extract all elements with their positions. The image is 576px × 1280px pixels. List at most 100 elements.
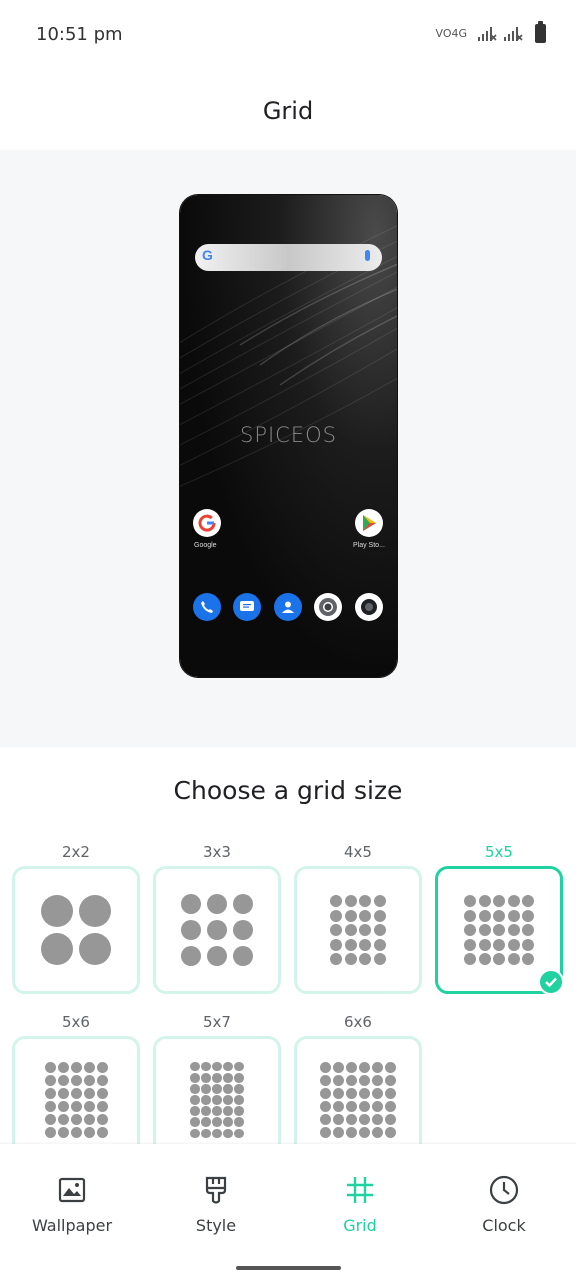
grid-dot [359,924,372,936]
grid-dots [190,1061,244,1139]
phone-icon[interactable] [193,593,221,621]
grid-dot [359,1062,370,1073]
google-app-icon[interactable] [193,509,221,537]
grid-dot [201,1106,211,1116]
grid-dot [346,1114,357,1125]
grid-dot [464,924,476,936]
grid-dot [223,1117,233,1127]
grid-option-3x3[interactable]: 3x3 [153,842,281,994]
grid-dot [212,1117,222,1127]
grid-dot [57,1127,69,1138]
grid-dot [57,1101,69,1112]
app-label-play-store: Play Sto... [353,542,385,549]
grid-dot [181,894,201,914]
grid-dot [234,1084,244,1094]
grid-dot [493,909,505,922]
nav-item-style[interactable]: Style [144,1174,288,1235]
grid-dot [333,1127,344,1138]
grid-option-5x5[interactable]: 5x5 [435,842,564,995]
google-g-icon: G [202,247,213,263]
grid-dot [493,924,505,936]
grid-dot [522,953,534,965]
grid-dot [320,1088,331,1099]
grid-option-label: 6x6 [344,1013,372,1031]
grid-option-card[interactable] [294,866,422,994]
messages-icon[interactable] [233,593,261,621]
grid-dot [96,1127,108,1138]
grid-dot [507,909,520,922]
grid-dot [333,1075,344,1086]
grid-dot [333,1062,344,1073]
grid-dot [212,1073,222,1083]
grid-dots [181,894,253,966]
grid-option-6x6[interactable]: 6x6 [294,1012,422,1164]
grid-dot [522,895,534,907]
grid-option-label: 2x2 [62,843,90,861]
grid-option-2x2[interactable]: 2x2 [12,842,140,994]
grid-option-card[interactable] [12,866,140,994]
grid-dot [330,924,343,936]
grid-dot [70,1127,82,1138]
grid-dot [57,1088,69,1099]
grid-dot [493,895,505,907]
grid-dot [190,1128,200,1139]
grid-dot [346,1088,357,1099]
grid-dot [207,920,227,940]
grid-option-5x6[interactable]: 5x6 [12,1012,140,1164]
grid-dot [346,1127,357,1138]
grid-dot [70,1114,82,1125]
grid-dot [359,1088,370,1099]
grid-option-label: 3x3 [203,843,231,861]
contacts-icon[interactable] [274,593,302,621]
nav-label-wallpaper: Wallpaper [31,1216,113,1235]
grid-dot [372,1101,383,1112]
grid-dot [41,895,73,927]
grid-option-4x5[interactable]: 4x5 [294,842,422,994]
grid-dot [385,1075,396,1086]
grid-dot [44,1101,56,1112]
nav-item-wallpaper[interactable]: Wallpaper [0,1174,144,1235]
grid-dot [346,1101,357,1112]
grid-option-5x7[interactable]: 5x7 [153,1012,281,1164]
grid-dot [190,1084,200,1094]
clock-icon [489,1175,519,1205]
nav-item-grid[interactable]: Grid [288,1174,432,1235]
grid-dot [385,1127,396,1138]
grid-dot [96,1062,108,1073]
grid-dot [190,1117,200,1127]
grid-option-label: 5x7 [203,1013,231,1031]
grid-dot [330,909,343,922]
grid-dot [83,1062,95,1073]
nav-item-clock[interactable]: Clock [432,1174,576,1235]
grid-dot [96,1075,108,1086]
grid-dot [234,1128,244,1139]
signal-icon [478,26,497,41]
grid-dots [41,895,111,965]
grid-dot [330,953,343,965]
grid-dot [44,1127,56,1138]
grid-dot [478,924,491,936]
grid-dot [96,1088,108,1099]
grid-dot [223,1128,233,1139]
grid-dot [464,953,476,965]
status-bar: 10:51 pm VO4G [0,0,576,72]
grid-dot [234,1061,244,1072]
wallpaper-icon [58,1177,86,1203]
grid-option-card[interactable] [153,866,281,994]
camera-icon[interactable] [355,593,383,621]
chrome-icon[interactable] [314,593,342,621]
grid-dot [359,895,372,907]
grid-dot [44,1062,56,1073]
grid-dot [201,1128,211,1139]
grid-dot [223,1061,233,1072]
home-indicator [236,1266,341,1270]
grid-dot [333,1114,344,1125]
play-store-app-icon[interactable] [355,509,383,537]
search-bar[interactable]: G [195,244,382,271]
grid-dot [373,938,386,951]
section-title: Choose a grid size [173,776,403,805]
grid-dot [344,938,357,951]
grid-dot [478,909,491,922]
grid-option-card[interactable] [435,866,564,995]
grid-dot [373,953,386,965]
